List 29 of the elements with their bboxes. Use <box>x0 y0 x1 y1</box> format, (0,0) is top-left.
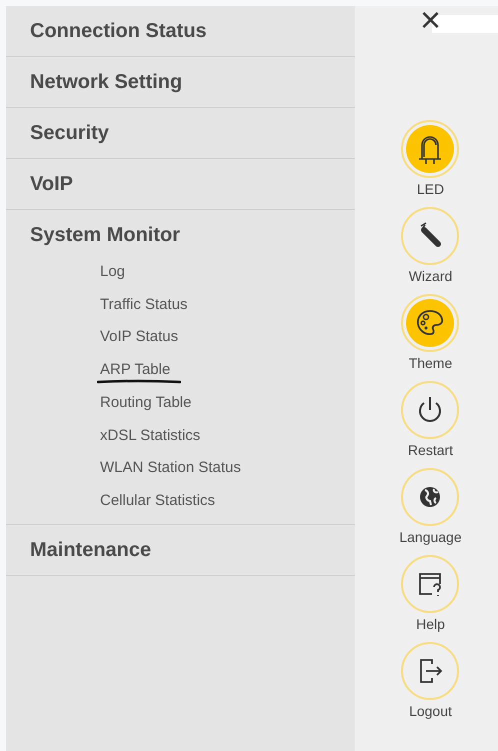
action-button[interactable] <box>401 555 460 613</box>
action-button[interactable] <box>401 381 460 439</box>
action-label: Wizard <box>408 267 452 285</box>
submenu-item[interactable]: Cellular Statistics <box>100 490 216 512</box>
action-button[interactable] <box>401 642 460 700</box>
submenu-item[interactable]: Traffic Status <box>100 294 188 316</box>
action-button[interactable] <box>401 207 460 265</box>
action-label: Restart <box>408 441 454 459</box>
menu-item[interactable]: Security <box>6 108 355 158</box>
action-button[interactable] <box>401 468 460 526</box>
menu-item[interactable]: VoIP <box>6 159 355 209</box>
action-button[interactable] <box>401 294 460 352</box>
action-label: Theme <box>408 354 452 372</box>
submenu-item[interactable]: Log <box>100 261 126 284</box>
submenu-item[interactable]: Routing Table <box>100 392 192 414</box>
menu-item[interactable]: Connection Status <box>6 6 355 56</box>
menu-item[interactable]: System Monitor <box>6 210 355 260</box>
action-label: Help <box>416 615 445 633</box>
action-label: Logout <box>409 702 452 720</box>
action-label: LED <box>416 180 444 198</box>
action-label: Language <box>399 528 462 546</box>
menu-item[interactable]: Network Setting <box>6 57 355 107</box>
action-button[interactable] <box>401 120 460 178</box>
submenu-item[interactable]: VoIP Status <box>100 326 178 349</box>
submenu-item[interactable]: ARP Table <box>100 359 170 382</box>
close-button[interactable]: × <box>420 0 442 40</box>
submenu-item[interactable]: xDSL Statistics <box>100 424 200 448</box>
menu-item[interactable]: Maintenance <box>6 524 355 574</box>
submenu-item[interactable]: WLAN Station Status <box>100 457 241 480</box>
